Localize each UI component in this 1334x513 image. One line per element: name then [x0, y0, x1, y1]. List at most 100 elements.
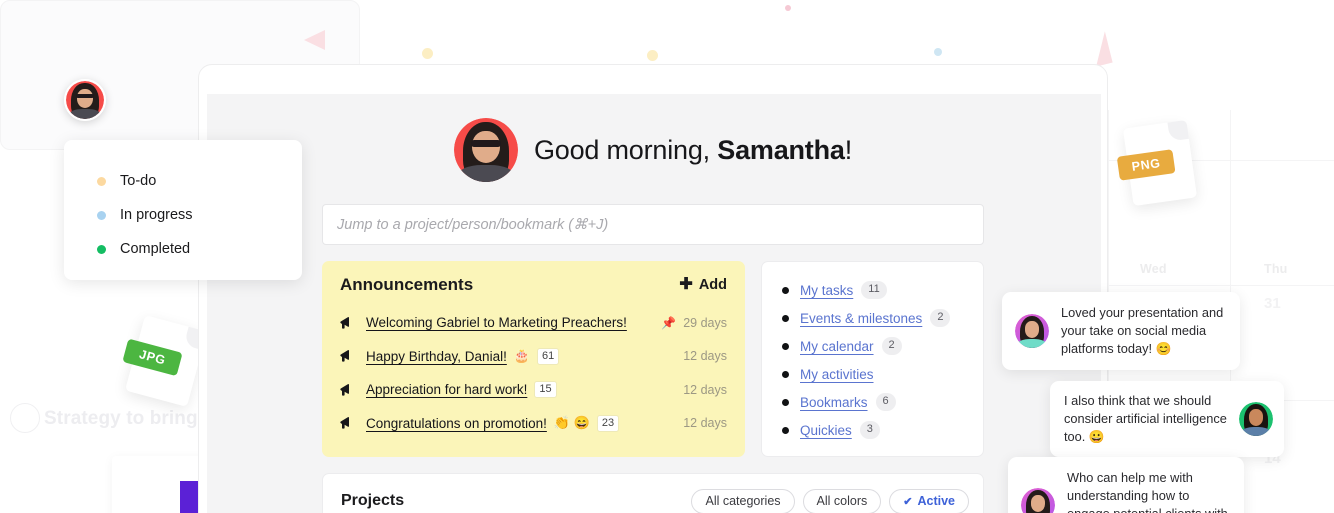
bullet-icon — [782, 314, 789, 322]
calendar-day-wed: Wed — [1140, 262, 1167, 276]
megaphone-icon — [340, 349, 356, 363]
announcement-row[interactable]: Appreciation for hard work! 15 12 days — [340, 373, 727, 407]
quick-link-my-calendar[interactable]: My calendar 2 — [782, 332, 983, 360]
chat-avatar — [1239, 402, 1273, 437]
announcement-meta: 12 days — [683, 349, 727, 363]
dot-decor-pink — [785, 5, 791, 11]
announcement-title-link[interactable]: Congratulations on promotion! — [366, 416, 547, 431]
png-file-icon: PNG — [1116, 119, 1198, 207]
announcement-age: 12 days — [683, 416, 727, 431]
quick-link-label[interactable]: Quickies — [800, 423, 852, 438]
announcement-meta: 12 days — [683, 383, 727, 397]
background-task-label: Strategy to bring in — [44, 408, 221, 429]
megaphone-icon — [340, 383, 356, 397]
quick-link-my-tasks[interactable]: My tasks 11 — [782, 276, 983, 304]
quick-link-my-activities[interactable]: My activities — [782, 360, 983, 388]
chat-bubble-incoming[interactable]: Loved your presentation and your take on… — [1002, 292, 1240, 371]
calendar-day-thu: Thu — [1264, 262, 1288, 276]
projects-filters: All categories All colors ✔ Active — [691, 488, 969, 513]
filter-all-categories[interactable]: All categories — [691, 488, 795, 513]
quick-link-bookmarks[interactable]: Bookmarks 6 — [782, 388, 983, 416]
user-avatar-floating[interactable] — [64, 79, 106, 121]
filter-active-label: Active — [917, 494, 955, 508]
legend-label-completed: Completed — [120, 241, 191, 257]
app-screenshot: Strategy to bring in Wed Thu 31 14 JPG P… — [0, 0, 1334, 513]
quick-link-count: 2 — [881, 337, 902, 355]
add-announcement-button[interactable]: ✚ Add — [679, 276, 727, 294]
background-chart-bar-purple — [180, 481, 199, 513]
quick-link-quickies[interactable]: Quickies 3 — [782, 416, 983, 444]
announcement-row[interactable]: Congratulations on promotion! 👏 😄 23 12 … — [340, 407, 727, 441]
announcement-age: 12 days — [683, 382, 727, 397]
announcement-age: 29 days — [683, 315, 727, 330]
quick-link-label[interactable]: Bookmarks — [800, 395, 868, 410]
announcement-age: 12 days — [683, 349, 727, 364]
announcement-row[interactable]: Welcoming Gabriel to Marketing Preachers… — [340, 306, 727, 340]
add-announcement-label: Add — [698, 277, 727, 293]
greeting-text: Good morning, Samantha! — [534, 135, 852, 166]
announcement-title-link[interactable]: Happy Birthday, Danial! — [366, 349, 507, 364]
megaphone-icon — [340, 416, 356, 430]
announcement-meta: 12 days — [683, 416, 727, 430]
chat-bubble-outgoing[interactable]: I also think that we should consider art… — [1050, 381, 1284, 458]
filter-all-colors[interactable]: All colors — [802, 488, 882, 513]
quick-link-label[interactable]: Events & milestones — [800, 311, 922, 326]
chat-message-text: Loved your presentation and your take on… — [1061, 305, 1224, 357]
quick-link-count: 3 — [859, 421, 880, 439]
announcement-title-link[interactable]: Appreciation for hard work! — [366, 382, 527, 397]
bullet-icon — [782, 398, 789, 406]
announcement-comment-count[interactable]: 23 — [596, 414, 620, 432]
quick-link-label[interactable]: My activities — [800, 367, 874, 382]
legend-label-in-progress: In progress — [120, 207, 193, 223]
announcement-comment-count[interactable]: 61 — [537, 347, 560, 365]
status-legend-popover: To-do In progress Completed — [64, 140, 302, 280]
projects-title: Projects — [341, 492, 405, 509]
quick-link-count: 11 — [861, 281, 887, 299]
chat-avatar — [1021, 488, 1055, 513]
quick-link-label[interactable]: My tasks — [800, 283, 853, 298]
bullet-icon — [782, 370, 789, 378]
greeting-suffix: ! — [844, 134, 853, 165]
announcements-header: Announcements ✚ Add — [340, 275, 727, 295]
chat-bubble-incoming[interactable]: Who can help me with understanding how t… — [1008, 457, 1244, 513]
chat-message-text: Who can help me with understanding how t… — [1067, 470, 1228, 513]
calendar-number-31: 31 — [1264, 295, 1281, 312]
greeting-prefix: Good morning, — [533, 134, 718, 165]
legend-bullet-completed — [97, 244, 106, 254]
greeting-user-name: Samantha — [717, 134, 845, 165]
legend-item-completed[interactable]: Completed — [97, 232, 302, 266]
legend-item-in-progress[interactable]: In progress — [97, 198, 302, 232]
projects-section-header: Projects All categories All colors ✔ Act… — [322, 473, 984, 513]
legend-bullet-in-progress — [97, 210, 106, 220]
legend-bullet-todo — [97, 176, 106, 186]
announcement-row[interactable]: Happy Birthday, Danial! 🎂 61 12 days — [340, 340, 727, 374]
bullet-icon — [782, 286, 789, 294]
bullet-icon — [782, 342, 789, 350]
jpg-file-icon: JPG — [122, 315, 208, 407]
quick-link-count: 6 — [875, 393, 896, 411]
announcement-comment-count[interactable]: 15 — [534, 381, 557, 399]
chat-message-text: I also think that we should consider art… — [1064, 393, 1227, 445]
quick-link-count: 2 — [930, 309, 951, 327]
pin-icon: 📌 — [661, 315, 677, 330]
dot-decor-yellow-2 — [647, 50, 658, 61]
legend-item-todo[interactable]: To-do — [97, 164, 302, 198]
global-search-input[interactable]: Jump to a project/person/bookmark (⌘+J) — [322, 204, 984, 245]
greeting-header: Good morning, Samantha! — [206, 118, 1100, 182]
legend-label-todo: To-do — [120, 173, 157, 189]
quick-link-events-milestones[interactable]: Events & milestones 2 — [782, 304, 983, 332]
dot-decor-blue — [934, 48, 942, 56]
filter-active[interactable]: ✔ Active — [889, 488, 969, 513]
cake-emoji: 🎂 — [513, 348, 531, 364]
announcements-title: Announcements — [340, 275, 474, 294]
check-icon: ✔ — [903, 495, 913, 508]
quick-link-label[interactable]: My calendar — [800, 339, 874, 354]
background-circle-left — [10, 403, 40, 433]
bullet-icon — [782, 426, 789, 434]
search-placeholder: Jump to a project/person/bookmark (⌘+J) — [337, 216, 609, 233]
dot-decor-yellow-1 — [422, 48, 433, 59]
filter-all-categories-label: All categories — [705, 494, 781, 508]
plus-icon: ✚ — [679, 276, 693, 293]
greeting-avatar[interactable] — [453, 118, 518, 182]
announcement-title-link[interactable]: Welcoming Gabriel to Marketing Preachers… — [366, 315, 627, 330]
